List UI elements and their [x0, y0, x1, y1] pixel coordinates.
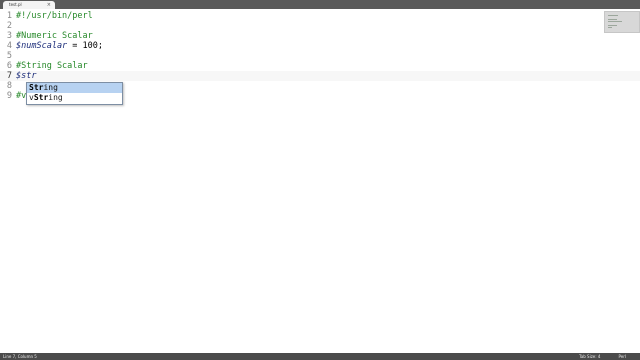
match-highlight: Str — [33, 93, 49, 102]
match-highlight: Str — [29, 83, 44, 92]
code-line-6: #String Scalar — [16, 61, 88, 71]
cursor-position: Line 7, Column 5 — [3, 354, 37, 359]
code-line-3: #Numeric Scalar — [16, 31, 93, 41]
autocomplete-item-vstring[interactable]: vString — [27, 93, 122, 103]
code-line-7: $str — [16, 71, 103, 81]
tab-size-indicator[interactable]: Tab Size: 4 — [579, 353, 600, 360]
line-number: 8 — [6, 81, 12, 91]
line-number: 6 — [6, 61, 12, 71]
tab-test-pl[interactable]: test.pl × — [3, 1, 55, 9]
variable-token: $str — [16, 71, 37, 81]
tab-label: test.pl — [9, 2, 22, 7]
line-number: 3 — [6, 31, 12, 41]
minimap-line — [608, 19, 617, 20]
code-line-4: $numScalar = 100; — [16, 41, 103, 51]
editor-area[interactable]: 1 2 3 4 5 6 7 8 9 #!/usr/bin/perl #Numer… — [0, 9, 640, 353]
autocomplete-popup: String vString — [26, 82, 123, 105]
code-line-1: #!/usr/bin/perl — [16, 11, 93, 21]
line-number: 4 — [6, 41, 12, 51]
status-bar: Line 7, Column 5 Tab Size: 4 Perl — [0, 353, 640, 360]
minimap-line — [608, 27, 612, 28]
close-icon[interactable]: × — [47, 1, 51, 9]
minimap-line — [608, 15, 618, 16]
line-number-gutter: 1 2 3 4 5 6 7 8 9 — [0, 11, 12, 101]
minimap-line — [608, 25, 617, 26]
line-number: 5 — [6, 51, 12, 61]
line-number: 2 — [6, 21, 12, 31]
tab-bar: test.pl × — [0, 0, 640, 9]
line-number: 9 — [6, 91, 12, 101]
minimap[interactable] — [604, 11, 640, 33]
line-number: 1 — [6, 11, 12, 21]
assignment-token: = 100; — [67, 41, 104, 51]
line-number: 7 — [6, 71, 12, 81]
syntax-indicator[interactable]: Perl — [619, 353, 627, 360]
minimap-line — [608, 21, 622, 22]
autocomplete-item-string[interactable]: String — [27, 83, 122, 93]
variable-token: $numScalar — [16, 41, 68, 51]
